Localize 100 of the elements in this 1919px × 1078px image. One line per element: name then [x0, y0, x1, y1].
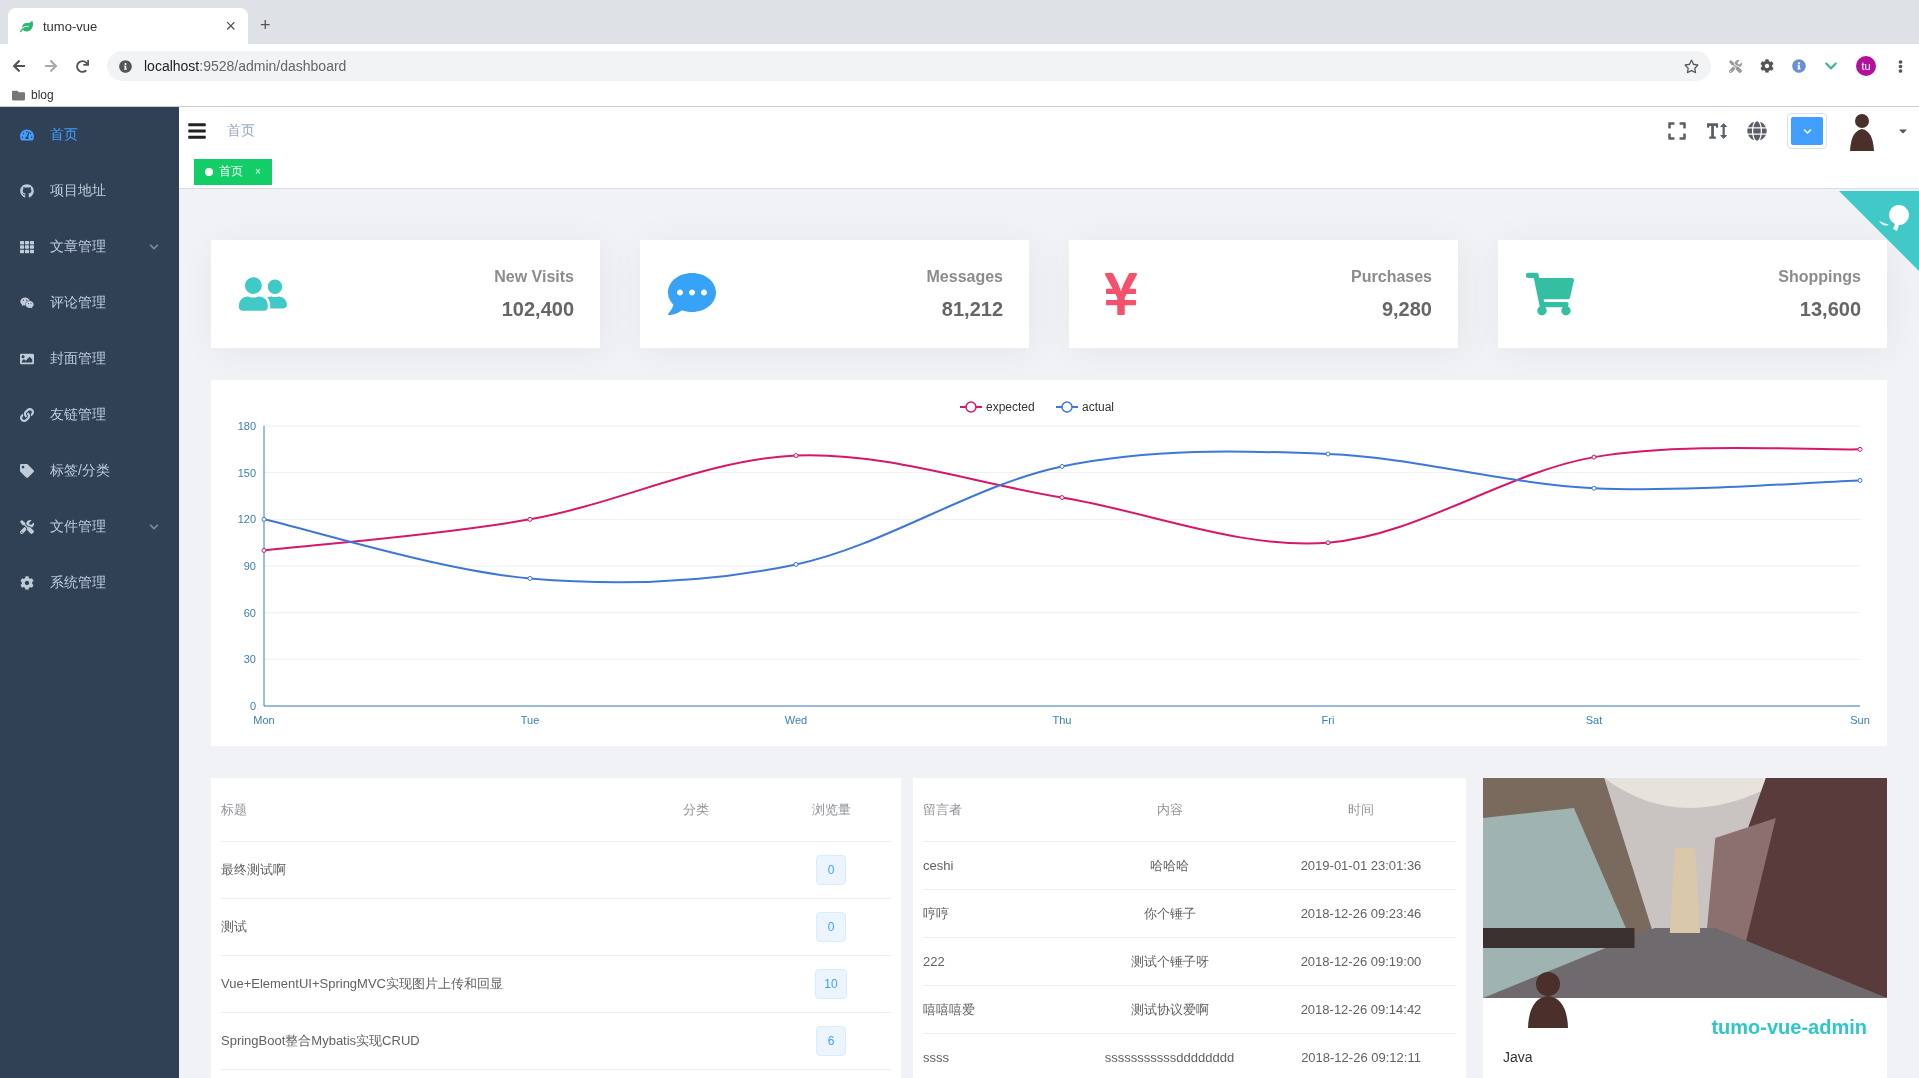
extension-icon[interactable] [1792, 59, 1806, 73]
sidebar-item[interactable]: 首页 [0, 107, 179, 163]
view-count: 6 [816, 1026, 846, 1056]
stat-value: 13,600 [1799, 297, 1861, 321]
table-cell-text: 2018-12-26 09:14:42 [1299, 1002, 1423, 1017]
table-cell-text: 哈哈哈 [1149, 856, 1190, 875]
theme-picker[interactable] [1787, 113, 1827, 150]
view-count: 0 [816, 855, 846, 885]
axis-label: 60 [243, 606, 256, 619]
sidebar-item[interactable]: 文章管理 [0, 219, 179, 275]
column-header: 浏览量 [810, 800, 852, 819]
data-point [261, 547, 267, 553]
column-header: 留言者 [923, 800, 963, 819]
axis-label: Wed [784, 714, 808, 726]
axis-label: 90 [243, 560, 256, 572]
sidebar-item[interactable]: 评论管理 [0, 275, 179, 331]
profile-avatar[interactable]: tu [1856, 56, 1876, 76]
table-cell-text: 测试个锤子呀 [1129, 952, 1210, 971]
table-cell-text: 你个锤子 [1142, 904, 1197, 923]
view-count: 10 [815, 969, 847, 999]
sidebar-item[interactable]: 封面管理 [0, 331, 179, 387]
image-icon [20, 352, 34, 366]
axis-label: Sun [1850, 714, 1870, 726]
data-point [1857, 477, 1863, 483]
axis-label: Fri [1321, 714, 1335, 726]
table-cell-text: 嘻嘻嘻爱 [923, 1000, 976, 1019]
stat-label: Purchases [1351, 267, 1432, 286]
sidebar-item[interactable]: 文件管理 [0, 499, 179, 555]
sidebar-item[interactable]: 项目地址 [0, 163, 179, 219]
new-tab-icon[interactable]: + [260, 16, 271, 34]
axis-label: Mon [253, 714, 275, 726]
gauge-icon [20, 128, 34, 142]
tab-title: tumo-vue [43, 18, 99, 34]
data-point [793, 453, 799, 459]
chevron-icon [1802, 126, 1812, 136]
table-cell-text: 哼哼 [923, 904, 950, 923]
stat-label: New Visits [494, 267, 574, 286]
sidebar-item[interactable]: 友链管理 [0, 387, 179, 443]
table-cell-text: sssssssssssdddddddd [1103, 1050, 1236, 1065]
extension-icon[interactable] [1760, 59, 1774, 73]
message-icon [668, 270, 716, 318]
leaf-icon [20, 19, 33, 33]
column-header: 分类 [682, 800, 710, 819]
fullscreen-icon[interactable] [1667, 121, 1687, 142]
view-count: 0 [816, 912, 846, 942]
legend-label[interactable]: expected [986, 400, 1035, 414]
legend-icon[interactable] [1055, 401, 1079, 413]
project-name: tumo-vue-admin [1711, 1016, 1867, 1039]
data-point [527, 575, 533, 581]
column-header: 时间 [1347, 800, 1375, 819]
data-point [261, 516, 267, 522]
axis-label: 30 [243, 653, 256, 666]
chat-icon [20, 296, 34, 310]
url-text: localhost:9528/admin/dashboard [144, 58, 348, 74]
table-cell-text: ssss [923, 1050, 950, 1065]
tag-icon [20, 464, 34, 478]
browser-tab[interactable]: tumo-vue × [8, 8, 248, 44]
data-point [1059, 495, 1065, 501]
folder-icon [12, 88, 25, 102]
sidebar-item[interactable]: 标签/分类 [0, 443, 179, 499]
stat-label: Shoppings [1778, 267, 1861, 286]
column-header: 标题 [221, 800, 248, 819]
globe-icon[interactable] [1747, 121, 1767, 142]
breadcrumb: 首页 [227, 122, 256, 141]
axis-label: Thu [1052, 714, 1072, 726]
axis-label: Sat [1585, 714, 1603, 726]
data-point [1325, 540, 1331, 546]
info-icon [119, 59, 132, 73]
legend-label[interactable]: actual [1082, 400, 1115, 414]
table-cell-text: 2019-01-01 23:01:36 [1299, 858, 1423, 873]
table-cell-text: 222 [923, 954, 946, 969]
back-icon[interactable] [12, 59, 26, 73]
axis-label: 0 [249, 700, 256, 712]
axis-label: 120 [237, 513, 256, 526]
bookmark[interactable]: blog [12, 88, 54, 102]
table-cell-text: SpringBoot整合Mybatis实现CRUD [221, 1032, 421, 1050]
github-icon [20, 184, 34, 198]
table-cell-text: ceshi [923, 858, 955, 873]
menu-icon[interactable] [187, 121, 207, 142]
data-point [1857, 446, 1863, 452]
cart-icon [1526, 270, 1574, 318]
stat-value: 81,212 [941, 297, 1003, 321]
table-cell-text: 测试 [221, 918, 248, 936]
address-bar[interactable]: localhost:9528/admin/dashboard [107, 51, 1711, 81]
link-icon [20, 408, 34, 422]
sidebar-item[interactable]: 系统管理 [0, 555, 179, 611]
settings-icon [20, 576, 34, 590]
skill-label: Java [1503, 1049, 1534, 1065]
font-size-icon[interactable] [1707, 121, 1727, 142]
data-point [527, 516, 533, 522]
axis-label: 180 [237, 420, 256, 432]
user-avatar[interactable] [1847, 111, 1877, 152]
reload-icon[interactable] [76, 59, 89, 73]
star-icon[interactable] [1684, 58, 1699, 74]
close-icon[interactable]: × [225, 17, 236, 35]
table-cell-text: Vue+ElementUI+SpringMVC实现图片上传和回显 [221, 975, 504, 993]
tools-icon [20, 520, 34, 534]
table-cell-text: 2018-12-26 09:23:46 [1299, 906, 1423, 921]
legend-icon[interactable] [959, 401, 983, 413]
stat-label: Messages [926, 267, 1003, 286]
